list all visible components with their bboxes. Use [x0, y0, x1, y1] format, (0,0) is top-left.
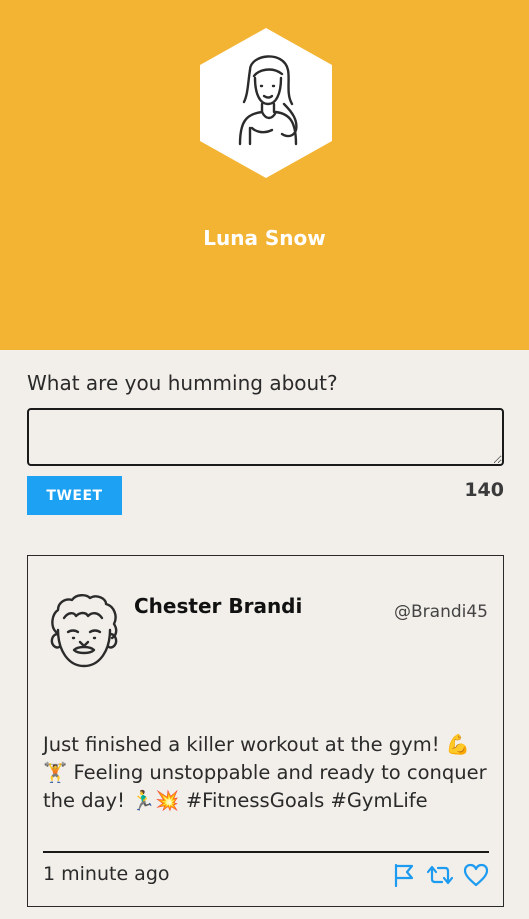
tweet-divider: [43, 851, 489, 853]
tweet-timestamp: 1 minute ago: [43, 863, 170, 885]
tweet-author-avatar[interactable]: [44, 590, 124, 670]
profile-name: Luna Snow: [203, 226, 326, 250]
profile-avatar: [200, 28, 332, 178]
compose-input[interactable]: [27, 408, 504, 466]
tweet-actions: [391, 861, 489, 889]
man-curly-hair-icon: [50, 594, 118, 668]
tweet-text: Just finished a killer workout at the gy…: [43, 733, 487, 812]
tweet-card: Chester Brandi @Brandi45 Just finished a…: [27, 555, 504, 907]
woman-portrait-icon: [200, 28, 332, 178]
tweet-author-name[interactable]: Chester Brandi: [134, 594, 302, 618]
flag-icon[interactable]: [391, 862, 417, 888]
compose-label: What are you humming about?: [27, 371, 338, 395]
profile-header: Luna Snow: [0, 0, 529, 350]
char-counter: 140: [464, 479, 504, 501]
heart-icon[interactable]: [463, 862, 489, 888]
tweet-button[interactable]: TWEET: [27, 476, 122, 515]
tweet-author-handle[interactable]: @Brandi45: [394, 602, 488, 622]
retweet-icon[interactable]: [426, 862, 454, 888]
